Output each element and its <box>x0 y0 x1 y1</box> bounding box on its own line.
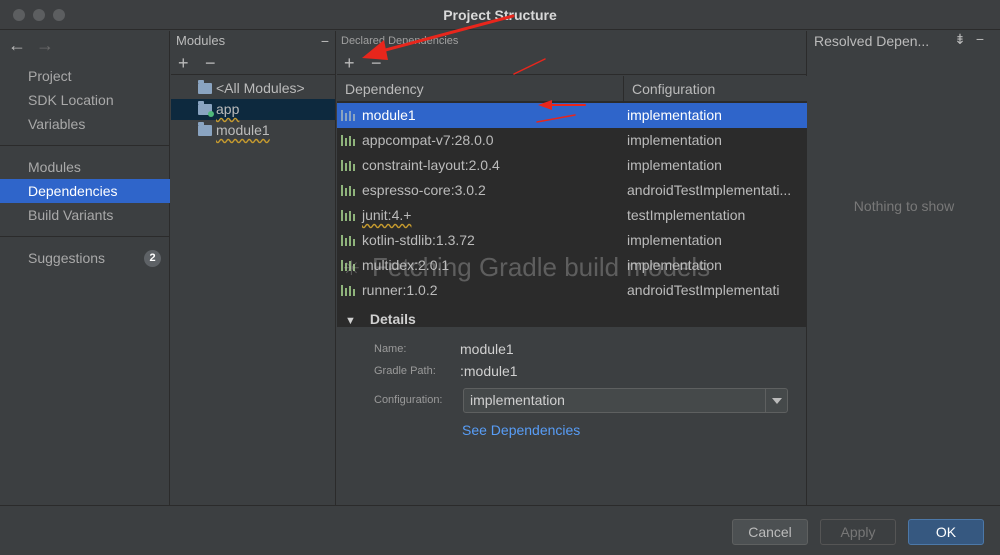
arrow-left-icon[interactable]: ← <box>8 35 26 56</box>
nav-item-suggestions-label: Suggestions <box>28 250 106 266</box>
remove-module-button[interactable]: − <box>205 52 216 74</box>
arrow-right-icon[interactable]: → <box>36 35 54 56</box>
library-icon <box>341 160 355 171</box>
library-icon <box>341 285 355 296</box>
configuration-select-value: implementation <box>470 392 565 408</box>
suggestions-count-badge: 2 <box>144 250 161 267</box>
table-row[interactable]: appcompat-v7:28.0.0 implementation <box>337 128 807 153</box>
apply-button[interactable]: Apply <box>820 519 896 545</box>
table-row[interactable]: junit:4.+ testImplementation <box>337 203 807 228</box>
dependency-configuration: testImplementation <box>627 207 746 223</box>
configuration-select[interactable]: implementation <box>463 388 788 413</box>
column-header-configuration[interactable]: Configuration <box>623 76 807 102</box>
gradle-path-label: Gradle Path: <box>374 365 436 377</box>
nav-item-dependencies[interactable]: Dependencies <box>0 179 170 203</box>
modules-pane: Modules − + − <All Modules> app module1 <box>171 31 336 505</box>
module-item-module1[interactable]: module1 <box>171 120 335 141</box>
empty-state-text: Nothing to show <box>853 198 955 214</box>
module-label: module1 <box>216 122 270 138</box>
title-bar: Project Structure <box>0 0 1000 30</box>
hide-pane-icon[interactable]: − <box>976 31 994 47</box>
remove-dependency-button[interactable]: − <box>371 52 382 74</box>
declared-toolbar: + − <box>337 51 806 75</box>
declared-dependencies-header: Declared Dependencies <box>341 35 459 47</box>
dependency-configuration: androidTestImplementati... <box>627 182 792 198</box>
nav-item-modules[interactable]: Modules <box>0 155 170 179</box>
app-module-icon <box>198 101 214 117</box>
resolved-dependencies-pane: Resolved Depen... ⇟− Nothing to show <box>808 31 1000 505</box>
dependency-configuration: implementation <box>627 107 722 123</box>
collapse-triangle-icon: ▼ <box>345 315 356 327</box>
add-dependency-button[interactable]: + <box>344 52 355 74</box>
nav-item-project[interactable]: Project <box>0 64 170 88</box>
dialog-footer: Cancel Apply OK <box>0 505 1000 555</box>
dependencies-table: Dependency Configuration module1 impleme… <box>337 76 807 327</box>
dependency-name: kotlin-stdlib:1.3.72 <box>362 232 475 248</box>
modules-toolbar: + − <box>171 51 335 75</box>
left-navigation: ← → Project SDK Location Variables Modul… <box>0 31 170 505</box>
module-dependency-icon <box>341 110 355 121</box>
resolved-toolbar: ⇟− <box>954 31 994 48</box>
dependency-name: constraint-layout:2.0.4 <box>362 157 500 173</box>
library-icon <box>341 135 355 146</box>
dependency-configuration: implementation <box>627 232 722 248</box>
dependency-configuration: implementation <box>627 132 722 148</box>
module-label: app <box>216 101 240 117</box>
loading-overlay-text: Fetching Gradle build models <box>372 252 711 282</box>
nav-item-sdk-location[interactable]: SDK Location <box>0 88 170 112</box>
window-title: Project Structure <box>443 7 557 23</box>
loading-spinner-icon: ✳ <box>343 258 360 280</box>
modules-header-label: Modules <box>176 33 226 48</box>
dependency-name: module1 <box>362 107 416 123</box>
dependency-name: espresso-core:3.0.2 <box>362 182 486 198</box>
table-row[interactable]: constraint-layout:2.0.4 implementation <box>337 153 807 178</box>
module-item-all-modules[interactable]: <All Modules> <box>171 78 335 99</box>
modules-header: Modules − <box>171 31 335 51</box>
collapse-modules-button[interactable]: − <box>321 31 329 51</box>
cancel-button[interactable]: Cancel <box>732 519 808 545</box>
see-dependencies-link[interactable]: See Dependencies <box>462 422 580 438</box>
add-module-button[interactable]: + <box>178 52 189 74</box>
nav-item-suggestions[interactable]: Suggestions 2 <box>0 246 170 270</box>
details-section-header[interactable]: ▼ Details <box>345 311 416 327</box>
column-header-dependency[interactable]: Dependency <box>337 76 623 102</box>
dependency-name: junit:4.+ <box>362 207 412 223</box>
name-value: module1 <box>460 341 514 357</box>
collapse-all-icon[interactable]: ⇟ <box>954 31 976 47</box>
library-module-icon <box>198 122 212 136</box>
details-header-label: Details <box>369 311 416 327</box>
nav-item-variables[interactable]: Variables <box>0 112 170 136</box>
nav-divider <box>0 236 170 237</box>
library-icon <box>341 185 355 196</box>
table-row[interactable]: kotlin-stdlib:1.3.72 implementation <box>337 228 807 253</box>
dependency-name: appcompat-v7:28.0.0 <box>362 132 494 148</box>
module-label: <All Modules> <box>216 80 305 96</box>
module-item-app[interactable]: app <box>171 99 335 120</box>
library-icon <box>341 210 355 221</box>
dependency-configuration: implementation <box>627 157 722 173</box>
table-row[interactable]: module1 implementation <box>337 103 807 128</box>
library-icon <box>341 235 355 246</box>
configuration-label: Configuration: <box>374 394 443 406</box>
chevron-down-icon[interactable] <box>765 389 787 412</box>
folder-icon <box>198 80 212 94</box>
nav-divider <box>0 145 170 146</box>
nav-item-build-variants[interactable]: Build Variants <box>0 203 170 227</box>
table-header: Dependency Configuration <box>337 76 807 102</box>
gradle-path-value: :module1 <box>460 363 518 379</box>
ok-button[interactable]: OK <box>908 519 984 545</box>
table-row[interactable]: espresso-core:3.0.2 androidTestImplement… <box>337 178 807 203</box>
name-label: Name: <box>374 343 407 355</box>
